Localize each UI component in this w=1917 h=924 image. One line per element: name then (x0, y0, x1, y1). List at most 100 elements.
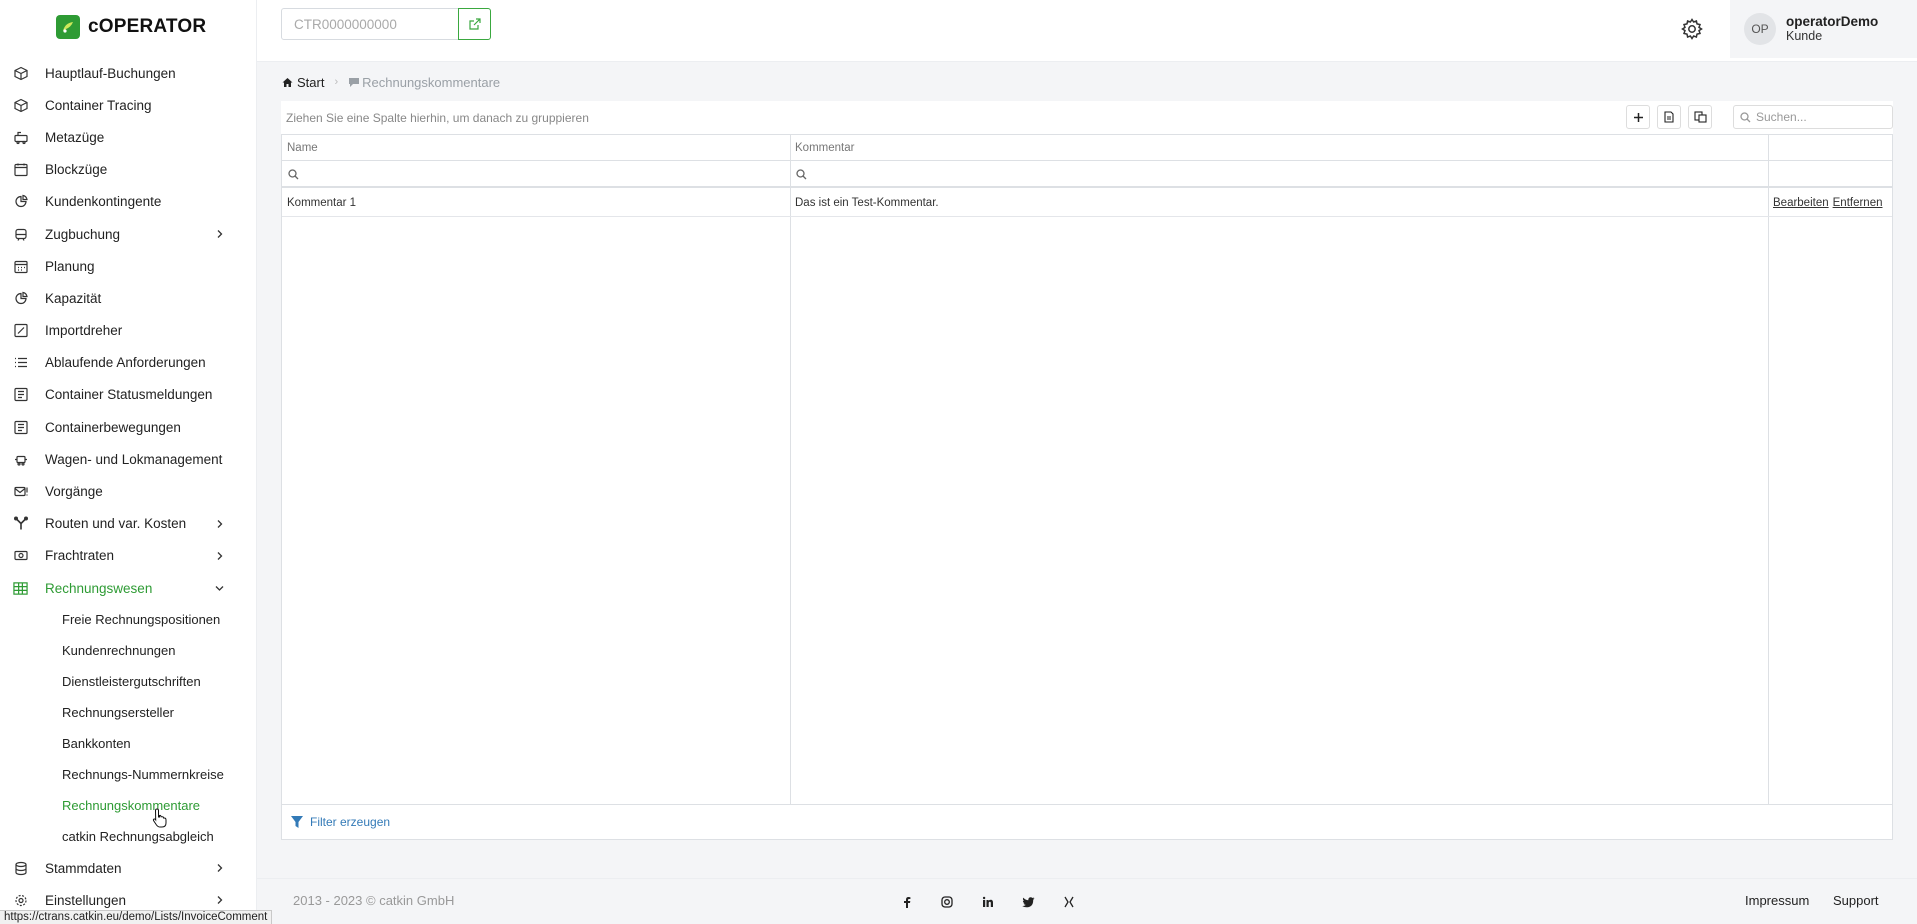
settings-button[interactable] (1677, 14, 1707, 44)
user-menu[interactable]: OP operatorDemo Kunde (1730, 0, 1917, 58)
grid-search-input[interactable] (1756, 110, 1886, 124)
data-grid-panel: Ziehen Sie eine Spalte hierhin, um danac… (281, 101, 1893, 840)
breadcrumb-current-label: Rechnungskommentare (362, 74, 501, 90)
sidebar-item-label: Wagen- und Lokmanagement (45, 451, 223, 467)
impressum-link[interactable]: Impressum (1745, 893, 1809, 908)
edit-square-icon (13, 323, 28, 338)
pie-chart-icon (13, 194, 28, 209)
report-icon (13, 387, 28, 402)
sidebar-item-zugbuchung[interactable]: Zugbuchung (0, 218, 257, 250)
breadcrumb-home-label: Start (297, 74, 325, 90)
sidebar-item-label: Kapazität (45, 290, 102, 306)
sidebar-item-vorgaenge[interactable]: Vorgänge (0, 475, 257, 507)
sidebar: cOPERATOR Hauptlauf-Buchungen Container … (0, 0, 257, 924)
chevron-down-icon (215, 586, 224, 592)
sidebar-item-frachtraten[interactable]: Frachtraten (0, 540, 257, 572)
sidebar-item-wagen-lokmanagement[interactable]: Wagen- und Lokmanagement (0, 443, 257, 475)
sidebar-subitem-bankkonten[interactable]: Bankkonten (0, 728, 257, 759)
export-excel-button[interactable] (1657, 105, 1681, 129)
sidebar-item-blockzuege[interactable]: Blockzüge (0, 154, 257, 186)
box-icon (13, 98, 28, 113)
sidebar-subitem-rechnungskommentare[interactable]: Rechnungskommentare (0, 790, 257, 821)
sidebar-item-kapazitaet[interactable]: Kapazität (0, 282, 257, 314)
sidebar-item-label: Blockzüge (45, 162, 108, 178)
sidebar-item-stammdaten[interactable]: Stammdaten (0, 852, 257, 884)
route-icon (13, 516, 28, 531)
column-header-name[interactable]: Name (282, 135, 790, 161)
mail-alert-icon (13, 484, 28, 499)
sidebar-item-planung[interactable]: Planung (0, 250, 257, 282)
sidebar-item-rechnungswesen[interactable]: Rechnungswesen (0, 572, 257, 604)
sidebar-subitem-freie-rechnungspositionen[interactable]: Freie Rechnungspositionen (0, 604, 257, 635)
table-row[interactable]: Kommentar 1 Das ist ein Test-Kommentar. … (282, 189, 1892, 217)
chevron-right-icon (217, 230, 223, 238)
open-container-button[interactable] (458, 8, 491, 40)
sidebar-item-label: Importdreher (45, 323, 123, 339)
sidebar-item-label: Container Statusmeldungen (45, 387, 213, 403)
home-icon (282, 77, 293, 87)
container-number-input[interactable] (281, 8, 459, 40)
grid-header-row: Name Kommentar (282, 135, 1892, 161)
sidebar-item-container-statusmeldungen[interactable]: Container Statusmeldungen (0, 379, 257, 411)
chevron-right-icon (217, 551, 223, 560)
sidebar-subitem-catkin-rechnungsabgleich[interactable]: catkin Rechnungsabgleich (0, 821, 257, 852)
grid-filter-row (282, 161, 1892, 188)
add-button[interactable] (1626, 105, 1650, 129)
group-panel-hint[interactable]: Ziehen Sie eine Spalte hierhin, um danac… (286, 111, 589, 125)
calendar-grid-icon (13, 259, 28, 274)
column-header-kommentar[interactable]: Kommentar (790, 135, 1768, 161)
status-bar-url: https://ctrans.catkin.eu/demo/Lists/Invo… (0, 910, 273, 924)
filter-kommentar[interactable] (790, 164, 1113, 184)
column-divider (1768, 135, 1769, 804)
gear-icon (1681, 18, 1703, 40)
xing-icon[interactable] (1062, 895, 1076, 909)
instagram-icon[interactable] (940, 895, 954, 909)
sidebar-item-routen-kosten[interactable]: Routen und var. Kosten (0, 508, 257, 540)
data-grid: Name Kommentar Kommentar 1 Das ist ein T… (281, 134, 1893, 805)
external-link-icon (468, 18, 481, 30)
chevron-right-icon (217, 896, 223, 905)
facebook-icon[interactable] (900, 895, 914, 909)
create-filter-link[interactable]: Filter erzeugen (290, 815, 390, 829)
user-info: operatorDemo Kunde (1786, 14, 1878, 44)
sidebar-subitem-rechnungs-nummernkreise[interactable]: Rechnungs-Nummernkreise (0, 759, 257, 790)
search-icon (1740, 111, 1751, 122)
filter-name[interactable] (282, 164, 605, 184)
sidebar-item-metazuege[interactable]: Metazüge (0, 121, 257, 153)
sidebar-subitem-dienstleistergutschriften[interactable]: Dienstleistergutschriften (0, 666, 257, 697)
twitter-icon[interactable] (1021, 895, 1035, 909)
support-link[interactable]: Support (1833, 893, 1879, 908)
sidebar-item-kundenkontingente[interactable]: Kundenkontingente (0, 186, 257, 218)
column-chooser-button[interactable] (1688, 105, 1712, 129)
sidebar-item-label: Container Tracing (45, 97, 152, 113)
top-bar: OP operatorDemo Kunde (257, 0, 1917, 62)
breadcrumb-home[interactable]: Start (282, 75, 324, 90)
sidebar-item-container-tracing[interactable]: Container Tracing (0, 89, 257, 121)
sidebar-subitem-kundenrechnungen[interactable]: Kundenrechnungen (0, 635, 257, 666)
filter-name-input[interactable] (305, 167, 605, 181)
gear-icon (13, 893, 28, 908)
sidebar-item-importdreher[interactable]: Importdreher (0, 315, 257, 347)
sidebar-item-label: Vorgänge (45, 484, 103, 500)
delete-row-link[interactable]: Entfernen (1833, 197, 1883, 209)
sidebar-menu: Hauptlauf-Buchungen Container Tracing Me… (0, 57, 257, 917)
sidebar-item-containerbewegungen[interactable]: Containerbewegungen (0, 411, 257, 443)
hand-pointer-icon (152, 808, 167, 828)
grid-search[interactable] (1733, 105, 1893, 129)
chevron-right-icon (217, 864, 223, 873)
sidebar-item-label: Hauptlauf-Buchungen (45, 65, 176, 81)
app-logo[interactable]: cOPERATOR (56, 14, 206, 40)
sidebar-item-hauptlauf-buchungen[interactable]: Hauptlauf-Buchungen (0, 57, 257, 89)
sidebar-item-ablaufende-anforderungen[interactable]: Ablaufende Anforderungen (0, 347, 257, 379)
filter-kommentar-input[interactable] (813, 167, 1113, 181)
sidebar-subitem-rechnungsersteller[interactable]: Rechnungsersteller (0, 697, 257, 728)
search-icon (288, 168, 299, 179)
user-role: Kunde (1786, 29, 1823, 43)
grid-icon (13, 581, 28, 596)
edit-row-link[interactable]: Bearbeiten (1773, 197, 1829, 209)
box-icon (13, 66, 28, 81)
linkedin-icon[interactable] (981, 895, 995, 909)
filter-panel: Filter erzeugen (281, 805, 1893, 840)
cell-name: Kommentar 1 (287, 197, 357, 209)
train-icon (13, 130, 28, 145)
